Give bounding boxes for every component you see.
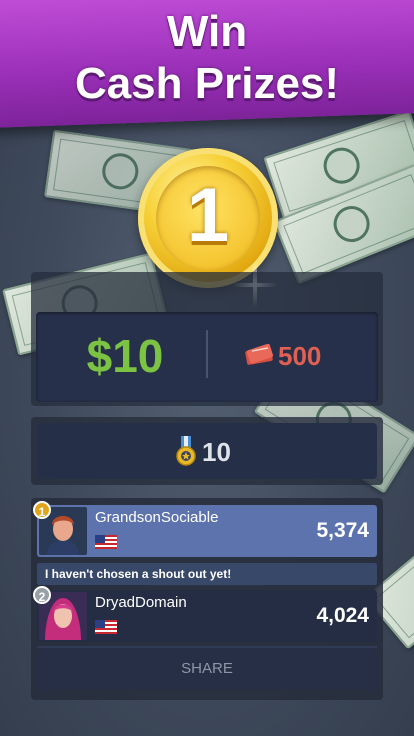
banner-line-2: Cash Prizes! <box>74 59 340 108</box>
player-name: DryadDomain <box>95 594 187 611</box>
player-name: GrandsonSociable <box>95 509 219 526</box>
prize-amount: $10 <box>86 330 164 382</box>
coin-rank-number: 1 <box>186 173 230 258</box>
banner-line-1: Win <box>166 7 248 56</box>
player-score: 5,374 <box>316 519 369 542</box>
us-flag-icon <box>95 620 117 634</box>
leaderboard-row[interactable]: 1 GrandsonSociable 5,374 <box>33 501 377 557</box>
ticket-icon <box>245 344 274 365</box>
rank-value: 10 <box>202 437 231 467</box>
medal-icon <box>176 436 196 466</box>
ticket-count: 500 <box>278 341 322 371</box>
shout-out-banner: I haven't chosen a shout out yet! <box>37 563 377 585</box>
rank-badge: 2 <box>33 586 51 604</box>
leaderboard-row[interactable]: 2 DryadDomain 4,024 <box>33 586 377 642</box>
share-button[interactable]: SHARE <box>37 648 377 690</box>
banner-title: Win Cash Prizes! <box>0 6 414 110</box>
us-flag-icon <box>95 535 117 549</box>
player-score: 4,024 <box>316 604 369 627</box>
rank-badge: 1 <box>33 501 51 519</box>
prize-divider <box>206 330 208 378</box>
